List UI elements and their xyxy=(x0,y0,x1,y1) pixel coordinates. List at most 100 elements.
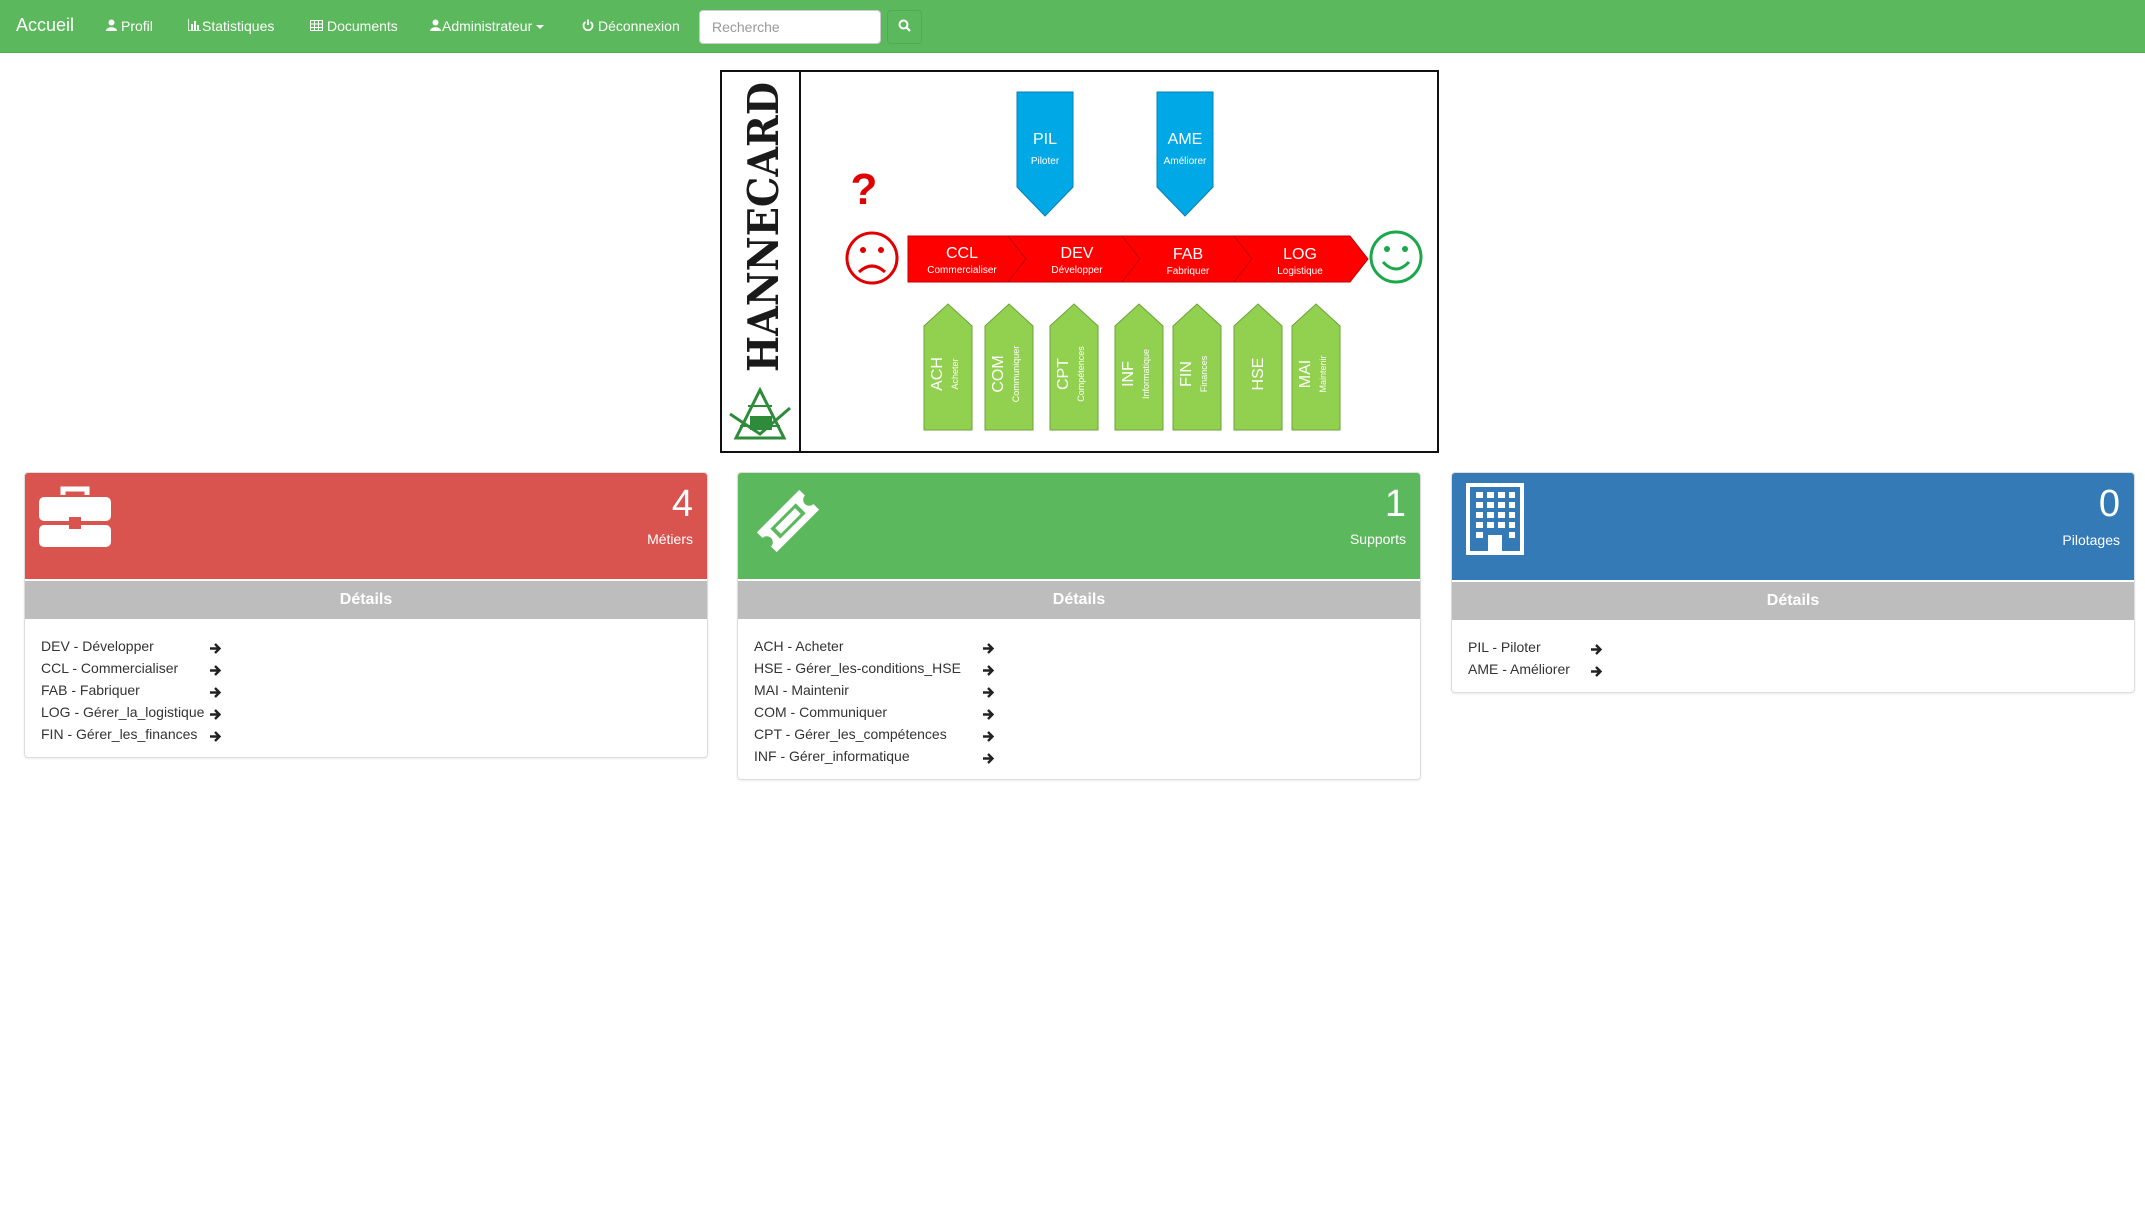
fab-code: FAB xyxy=(1173,246,1203,263)
list-item-label: CCL - Commercialiser xyxy=(41,660,179,676)
user-icon xyxy=(430,19,441,34)
support-arrow-com: COM Communiquer xyxy=(984,303,1034,431)
chain-step-log: LOG Logistique xyxy=(1232,235,1369,283)
support-code: CPT xyxy=(1055,358,1072,390)
pilotages-list: PIL - Piloter AME - Améliorer xyxy=(1452,620,2134,692)
search-button[interactable] xyxy=(887,10,922,44)
pilotages-details-link[interactable]: Détails xyxy=(1452,580,2134,620)
ame-name: Améliorer xyxy=(1164,156,1207,167)
list-item-label: AME - Améliorer xyxy=(1468,661,1570,677)
pil-code: PIL xyxy=(1033,131,1057,148)
briefcase-icon xyxy=(39,485,111,552)
chain-step-fab: FAB Fabriquer xyxy=(1120,235,1253,283)
support-name: Compétences xyxy=(1076,346,1086,402)
pilotage-arrow-ame: AME Améliorer xyxy=(1156,91,1214,217)
nav-deconnexion-label: Déconnexion xyxy=(598,18,680,34)
panel-pilotages-heading: 0 Pilotages xyxy=(1452,473,2134,580)
dev-name: Développer xyxy=(1051,265,1103,276)
list-item[interactable]: DEV - Développer xyxy=(41,635,691,657)
support-name: Finances xyxy=(1199,355,1209,392)
company-logo xyxy=(726,386,794,446)
caret-down-icon xyxy=(536,25,545,30)
panel-pilotages: 0 Pilotages Détails PIL - Piloter AME - … xyxy=(1451,472,2135,693)
search-icon xyxy=(898,19,911,35)
list-item[interactable]: FIN - Gérer_les_finances xyxy=(41,723,691,745)
list-item-label: PIL - Piloter xyxy=(1468,639,1541,655)
supports-details-link[interactable]: Détails xyxy=(738,579,1420,619)
nav-administrateur[interactable]: Administrateur xyxy=(430,18,545,34)
pilotages-label: Pilotages xyxy=(2062,532,2120,548)
list-item-label: COM - Communiquer xyxy=(754,704,888,720)
support-arrow-fin: FIN Finances xyxy=(1172,303,1222,431)
panel-supports-heading: 1 Supports xyxy=(738,473,1420,579)
chain-step-dev: DEV Développer xyxy=(1006,235,1141,283)
list-item-label: CPT - Gérer_les_compétences xyxy=(754,726,947,742)
list-item[interactable]: COM - Communiquer xyxy=(754,701,1404,723)
ame-code: AME xyxy=(1168,131,1203,148)
arrow-right-icon[interactable] xyxy=(1590,662,1603,684)
panel-supports: 1 Supports Détails ACH - Acheter HSE - G… xyxy=(737,472,1421,780)
nav-documents[interactable]: Documents xyxy=(310,18,398,34)
list-item[interactable]: CCL - Commercialiser xyxy=(41,657,691,679)
list-item[interactable]: AME - Améliorer xyxy=(1468,658,2118,680)
support-code: FIN xyxy=(1178,361,1195,387)
list-item[interactable]: HSE - Gérer_les-conditions_HSE xyxy=(754,657,1404,679)
metiers-details-link[interactable]: Détails xyxy=(25,579,707,619)
support-name: Maintenir xyxy=(1318,355,1328,392)
arrow-right-icon[interactable] xyxy=(982,749,995,771)
list-item-label: INF - Gérer_informatique xyxy=(754,748,910,764)
log-name: Logistique xyxy=(1277,266,1323,277)
building-icon xyxy=(1466,483,1524,558)
ticket-icon xyxy=(752,485,824,560)
arrow-right-icon[interactable] xyxy=(209,727,222,749)
nav-documents-label: Documents xyxy=(327,18,398,34)
panel-metiers-heading: 4 Métiers xyxy=(25,473,707,579)
support-code: MAI xyxy=(1297,360,1314,388)
metiers-count: 4 xyxy=(671,483,693,525)
ccl-name: Commercialiser xyxy=(927,265,997,276)
pil-name: Piloter xyxy=(1031,156,1060,167)
dev-code: DEV xyxy=(1061,245,1094,262)
list-item[interactable]: MAI - Maintenir xyxy=(754,679,1404,701)
list-item-label: HSE - Gérer_les-conditions_HSE xyxy=(754,660,961,676)
list-item-label: DEV - Développer xyxy=(41,638,154,654)
nav-deconnexion[interactable]: Déconnexion xyxy=(582,18,680,34)
support-code: COM xyxy=(990,355,1007,392)
list-item[interactable]: PIL - Piloter xyxy=(1468,636,2118,658)
nav-statistiques[interactable]: Statistiques xyxy=(187,18,275,34)
supports-label: Supports xyxy=(1349,531,1406,547)
pilotage-arrow-pil: PIL Piloter xyxy=(1016,91,1074,217)
support-arrow-hse: HSE xyxy=(1233,303,1283,431)
fab-name: Fabriquer xyxy=(1167,266,1210,277)
support-arrow-mai: MAI Maintenir xyxy=(1291,303,1341,431)
supports-count: 1 xyxy=(1384,483,1406,525)
support-arrow-cpt: CPT Compétences xyxy=(1049,303,1099,431)
user-icon xyxy=(106,19,117,34)
metiers-list: DEV - Développer CCL - Commercialiser FA… xyxy=(25,619,707,757)
list-item-label: MAI - Maintenir xyxy=(754,682,849,698)
nav-statistiques-label: Statistiques xyxy=(202,18,275,34)
list-item[interactable]: INF - Gérer_informatique xyxy=(754,745,1404,767)
list-item[interactable]: ACH - Acheter xyxy=(754,635,1404,657)
list-item-label: ACH - Acheter xyxy=(754,638,844,654)
support-arrow-inf: INF Informatique xyxy=(1114,303,1164,431)
support-code: ACH xyxy=(929,357,946,391)
support-name: Informatique xyxy=(1141,349,1151,399)
company-name: HANNECARD xyxy=(739,82,788,372)
ccl-code: CCL xyxy=(946,245,978,262)
nav-administrateur-label: Administrateur xyxy=(442,18,533,34)
nav-profil[interactable]: Profil xyxy=(106,18,153,34)
list-item[interactable]: LOG - Gérer_la_logistique xyxy=(41,701,691,723)
list-item[interactable]: CPT - Gérer_les_compétences xyxy=(754,723,1404,745)
search-input[interactable] xyxy=(699,10,881,44)
power-icon xyxy=(582,19,594,34)
brand-link[interactable]: Accueil xyxy=(16,15,74,36)
question-mark: ? xyxy=(851,165,878,214)
support-code: INF xyxy=(1120,361,1137,387)
happy-face-icon xyxy=(1369,230,1423,284)
sad-face-icon xyxy=(845,231,899,285)
list-item[interactable]: FAB - Fabriquer xyxy=(41,679,691,701)
chain-step-ccl: CCL Commercialiser xyxy=(907,235,1027,283)
support-arrow-ach: ACH Acheter xyxy=(923,303,973,431)
supports-list: ACH - Acheter HSE - Gérer_les-conditions… xyxy=(738,619,1420,779)
